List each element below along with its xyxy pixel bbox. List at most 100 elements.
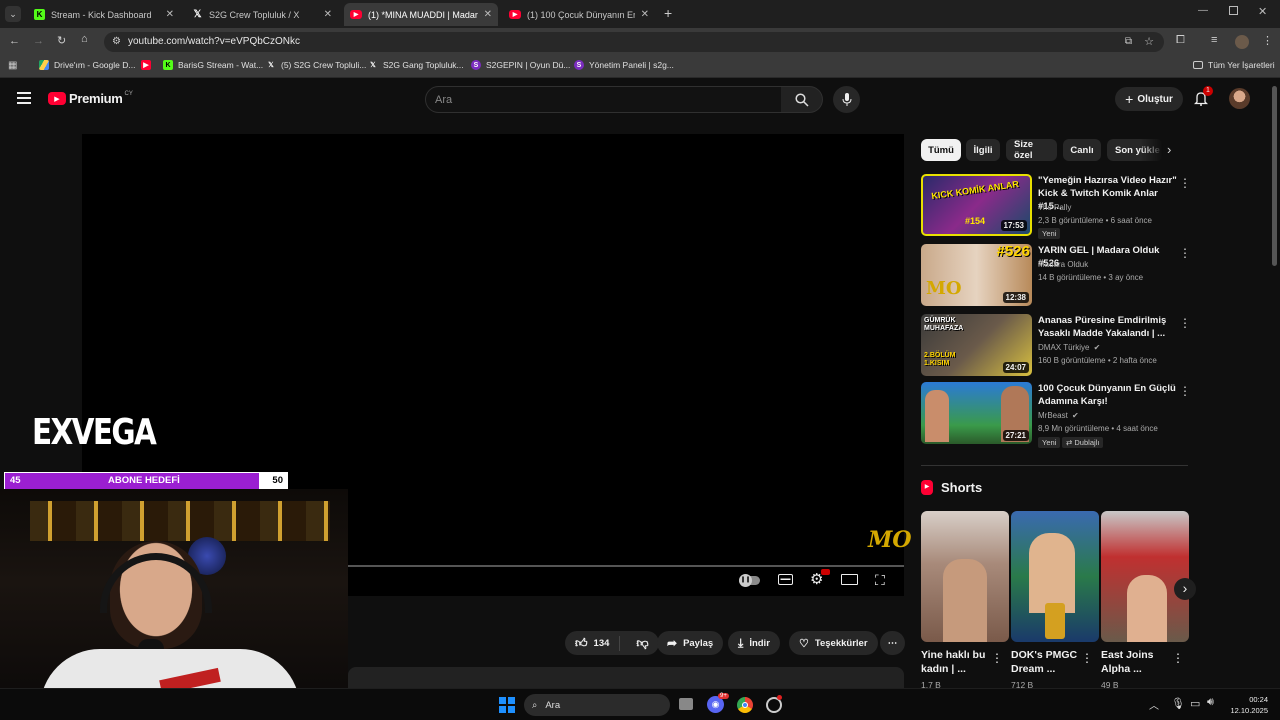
recommendation-item[interactable]: #526 MO 12:38 YARIN GEL | Madara Olduk #… bbox=[921, 244, 1191, 307]
subtitles-icon[interactable]: ▬▬ bbox=[778, 574, 793, 585]
install-app-icon[interactable]: ⧉ bbox=[1125, 32, 1132, 52]
network-icon[interactable]: ▭ bbox=[1190, 697, 1200, 710]
short-title[interactable]: Yine haklı bu kadın | ... bbox=[921, 648, 999, 676]
microphone-tray-icon[interactable]: 🎙︎ bbox=[1171, 697, 1185, 710]
create-button[interactable]: + Oluştur bbox=[1115, 87, 1183, 111]
short-title[interactable]: East Joins Alpha ... bbox=[1101, 648, 1179, 676]
fullscreen-icon[interactable]: ⛶ bbox=[875, 572, 885, 589]
tab-mina-muaddi[interactable]: ▶ (1) *MINA MUADDI | Madara Ol ✕ bbox=[344, 3, 498, 26]
video-thumbnail[interactable]: 27:21 bbox=[921, 382, 1032, 444]
more-vertical-icon[interactable]: ⋮ bbox=[991, 651, 1003, 665]
channel-name[interactable]: The Pally bbox=[1038, 203, 1071, 212]
close-icon[interactable]: ✕ bbox=[324, 9, 332, 20]
dubbed-icon: ⇄ bbox=[1066, 438, 1073, 447]
recommendation-item[interactable]: 27:21 100 Çocuk Dünyanın En Güçlü Adamın… bbox=[921, 382, 1191, 448]
more-vertical-icon[interactable]: ⋮ bbox=[1179, 316, 1191, 330]
youtube-logo[interactable]: ▶ Premium CY bbox=[48, 91, 133, 106]
theater-mode-icon[interactable] bbox=[841, 574, 858, 585]
bookmark-yonetim[interactable]: S Yönetim Paneli | s2g... bbox=[574, 60, 674, 70]
more-vertical-icon[interactable]: ⋮ bbox=[1179, 384, 1191, 398]
video-thumbnail[interactable]: KICK KOMİK ANLAR #154 17:53 bbox=[921, 174, 1032, 236]
notifications-button[interactable]: 1 bbox=[1193, 86, 1213, 111]
bookmark-star-icon[interactable]: ☆ bbox=[1144, 32, 1154, 52]
clock[interactable]: 00:24 12.10.2025 bbox=[1228, 694, 1268, 716]
extensions-icon[interactable]: ⧠ bbox=[1176, 34, 1185, 47]
windows-start-icon[interactable] bbox=[499, 697, 515, 713]
chip-all[interactable]: Tümü bbox=[921, 139, 961, 161]
download-button[interactable]: ⤓ İndir bbox=[728, 631, 780, 655]
share-button[interactable]: ➦ Paylaş bbox=[657, 631, 724, 655]
bookmark-youtube[interactable]: ▶ bbox=[141, 60, 156, 70]
bookmark-s2g-crew[interactable]: 𝕏 (5) S2G Crew Topluli... bbox=[266, 60, 366, 70]
reload-icon[interactable]: ↻ bbox=[57, 34, 66, 47]
more-actions-button[interactable]: ⋯ bbox=[880, 631, 905, 655]
like-button[interactable]: 👍︎ 134 bbox=[565, 635, 621, 651]
minimize-button[interactable]: — bbox=[1198, 5, 1208, 16]
address-bar[interactable]: ⚙ youtube.com/watch?v=eVPQbCzONkc ⧉ ☆ bbox=[104, 32, 1164, 52]
apps-grid-icon[interactable]: ▦ bbox=[8, 60, 17, 71]
short-title[interactable]: DOK's PMGC Dream ... bbox=[1011, 648, 1089, 676]
forward-icon[interactable]: → bbox=[33, 35, 44, 47]
tab-kick-dashboard[interactable]: K Stream - Kick Dashboard ✕ bbox=[28, 3, 180, 26]
more-vertical-icon[interactable]: ⋮ bbox=[1179, 246, 1191, 260]
hamburger-menu-icon[interactable] bbox=[17, 92, 31, 104]
chevron-right-icon[interactable]: › bbox=[1167, 142, 1171, 157]
tab-search-button[interactable]: ⌄ bbox=[5, 6, 21, 22]
close-window-button[interactable]: ✕ bbox=[1258, 5, 1267, 18]
tab-s2g-crew[interactable]: 𝕏 S2G Crew Topluluk / X ✕ bbox=[186, 3, 338, 26]
video-title[interactable]: Ananas Püresine Emdirilmiş Yasaklı Madde… bbox=[1038, 314, 1178, 340]
short-thumbnail[interactable] bbox=[921, 511, 1009, 642]
site-info-icon[interactable]: ⚙ bbox=[112, 32, 121, 52]
close-icon[interactable]: ✕ bbox=[641, 9, 649, 20]
recommendation-item[interactable]: KICK KOMİK ANLAR #154 17:53 "Yemeğin Haz… bbox=[921, 174, 1191, 239]
chevron-up-icon[interactable]: ︿ bbox=[1149, 697, 1159, 712]
task-view-icon[interactable] bbox=[679, 698, 693, 710]
more-vertical-icon[interactable]: ⋮ bbox=[1172, 651, 1184, 665]
channel-name[interactable]: DMAX Türkiye ✔ bbox=[1038, 343, 1100, 352]
chip-for-you[interactable]: Size özel bbox=[1006, 139, 1057, 161]
channel-watermark[interactable]: MO bbox=[868, 527, 912, 553]
chip-recent[interactable]: Son yükle bbox=[1107, 139, 1163, 161]
dislike-button[interactable]: 👎︎ bbox=[626, 636, 658, 651]
volume-icon[interactable]: 🔊︎ bbox=[1207, 696, 1214, 709]
new-tab-button[interactable]: + bbox=[664, 5, 672, 21]
short-thumbnail[interactable] bbox=[1011, 511, 1099, 642]
channel-name[interactable]: Madara Olduk bbox=[1038, 260, 1088, 269]
menu-icon[interactable]: ⋮ bbox=[1262, 34, 1273, 47]
account-avatar[interactable] bbox=[1229, 88, 1250, 109]
maximize-button[interactable] bbox=[1229, 6, 1238, 15]
tab-100-cocuk[interactable]: ▶ (1) 100 Çocuk Dünyanın En Güç ✕ bbox=[503, 3, 655, 26]
video-thumbnail[interactable]: GÜMRÜK MUHAFAZA 2.BÖLÜM 1.KISIM 24:07 bbox=[921, 314, 1032, 376]
profile-avatar[interactable] bbox=[1235, 35, 1249, 49]
search-button[interactable] bbox=[781, 86, 823, 113]
video-thumbnail[interactable]: #526 MO 12:38 bbox=[921, 244, 1032, 306]
home-icon[interactable]: ⌂ bbox=[81, 33, 88, 45]
bookmark-s2gepin[interactable]: S S2GEPIN | Oyun Dü... bbox=[471, 60, 570, 70]
close-icon[interactable]: ✕ bbox=[484, 9, 492, 20]
more-vertical-icon[interactable]: ⋮ bbox=[1081, 651, 1093, 665]
chip-related[interactable]: İlgili bbox=[966, 139, 1000, 161]
tab-strip: ⌄ K Stream - Kick Dashboard ✕ 𝕏 S2G Crew… bbox=[0, 0, 1280, 28]
progress-bar[interactable] bbox=[348, 565, 904, 567]
back-icon[interactable]: ← bbox=[9, 35, 20, 47]
bookmark-drive[interactable]: Drive'ım - Google D... bbox=[39, 60, 135, 70]
more-vertical-icon[interactable]: ⋮ bbox=[1179, 176, 1191, 190]
shorts-next-button[interactable]: › bbox=[1174, 578, 1196, 600]
page-scrollbar[interactable] bbox=[1272, 86, 1277, 266]
voice-search-button[interactable] bbox=[833, 86, 860, 113]
thanks-button[interactable]: ♡ Teşekkürler bbox=[789, 631, 878, 655]
channel-name[interactable]: MrBeast ✔ bbox=[1038, 411, 1079, 420]
bookmark-barisg[interactable]: K BarisG Stream - Wat... bbox=[163, 60, 263, 70]
chip-live[interactable]: Canlı bbox=[1063, 139, 1101, 161]
bookmark-s2g-gang[interactable]: 𝕏 S2G Gang Topluluk... bbox=[368, 60, 463, 70]
all-bookmarks[interactable]: Tüm Yer İşaretleri bbox=[1193, 60, 1275, 70]
short-thumbnail[interactable] bbox=[1101, 511, 1189, 642]
recommendation-item[interactable]: GÜMRÜK MUHAFAZA 2.BÖLÜM 1.KISIM 24:07 An… bbox=[921, 314, 1191, 377]
video-title[interactable]: 100 Çocuk Dünyanın En Güçlü Adamına Karş… bbox=[1038, 382, 1178, 408]
taskbar-search[interactable]: ⌕ Ara bbox=[524, 694, 670, 716]
close-icon[interactable]: ✕ bbox=[166, 9, 174, 20]
search-input[interactable]: Ara bbox=[425, 86, 782, 113]
share-icon: ➦ bbox=[667, 636, 678, 650]
autoplay-toggle[interactable]: ❚❚ bbox=[739, 574, 760, 587]
reading-list-icon[interactable]: ≡ bbox=[1211, 34, 1217, 46]
